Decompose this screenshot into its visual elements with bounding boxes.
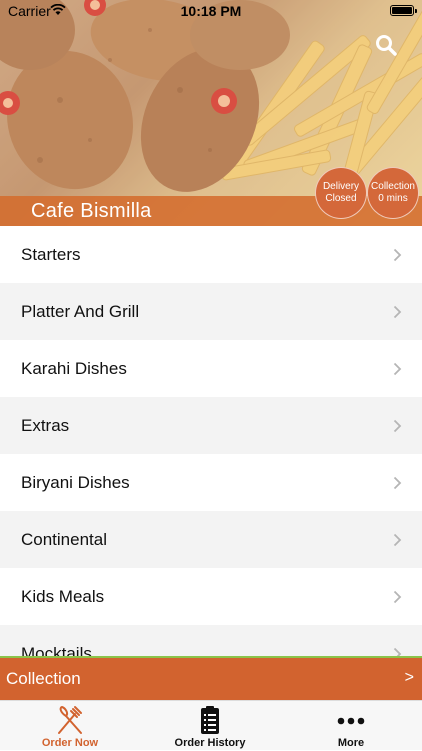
menu-item-karahi-dishes[interactable]: Karahi Dishes: [0, 340, 422, 397]
menu-item-extras[interactable]: Extras: [0, 397, 422, 454]
menu-item-label: Biryani Dishes: [21, 472, 130, 492]
chevron-right-icon: [393, 476, 402, 490]
tab-order-history[interactable]: Order History: [140, 701, 280, 751]
collection-badge-time: 0 mins: [378, 193, 408, 204]
status-bar: Carrier 10:18 PM: [0, 0, 422, 22]
menu-item-continental[interactable]: Continental: [0, 511, 422, 568]
collection-mode-arrow: >: [404, 669, 414, 686]
ellipsis-icon: [337, 717, 365, 725]
tab-label: More: [337, 737, 365, 749]
chevron-right-icon: [393, 419, 402, 433]
menu-item-label: Continental: [21, 529, 108, 549]
collection-mode-bar[interactable]: Collection >: [0, 656, 422, 700]
chevron-right-icon: [393, 362, 402, 376]
bottom-tab-bar: Order Now Order History More: [0, 700, 422, 750]
battery-icon: [390, 5, 417, 16]
menu-item-platter-and-grill[interactable]: Platter And Grill: [0, 283, 422, 340]
menu-item-label: Karahi Dishes: [21, 358, 127, 378]
collection-mode-label: Collection: [6, 669, 81, 688]
collection-time-badge: Collection 0 mins: [367, 167, 419, 219]
menu-item-kids-meals[interactable]: Kids Meals: [0, 568, 422, 625]
menu-item-starters[interactable]: Starters: [0, 226, 422, 283]
fork-knife-icon: [58, 705, 82, 734]
chevron-right-icon: [393, 590, 402, 604]
delivery-status-badge: Delivery Closed: [315, 167, 367, 219]
chevron-right-icon: [393, 305, 402, 319]
restaurant-name: Cafe Bismilla: [31, 200, 152, 222]
tab-more[interactable]: More: [281, 701, 421, 751]
delivery-badge-title: Delivery: [322, 181, 360, 192]
menu-item-label: Starters: [21, 244, 81, 264]
menu-category-list[interactable]: Starters Platter And Grill Karahi Dishes…: [0, 226, 422, 656]
menu-item-label: Kids Meals: [21, 586, 105, 606]
menu-item-label: Extras: [21, 415, 70, 435]
clock: 10:18 PM: [180, 3, 242, 19]
search-icon[interactable]: [374, 33, 398, 57]
hero-banner: Carrier 10:18 PM Cafe Bismilla Delivery …: [0, 0, 422, 226]
tab-label: Order History: [174, 737, 246, 749]
receipt-icon: [201, 706, 219, 734]
chevron-right-icon: [393, 533, 402, 547]
chevron-right-icon: [393, 647, 402, 656]
collection-badge-title: Collection: [371, 181, 415, 192]
menu-item-label: Platter And Grill: [21, 301, 140, 321]
tab-order-now[interactable]: Order Now: [0, 701, 140, 751]
menu-item-label: Mocktails: [21, 643, 92, 657]
menu-item-mocktails[interactable]: Mocktails: [0, 625, 422, 656]
delivery-badge-status: Closed: [325, 193, 357, 204]
chevron-right-icon: [393, 248, 402, 262]
tab-label: Order Now: [41, 737, 99, 749]
menu-item-biryani-dishes[interactable]: Biryani Dishes: [0, 454, 422, 511]
